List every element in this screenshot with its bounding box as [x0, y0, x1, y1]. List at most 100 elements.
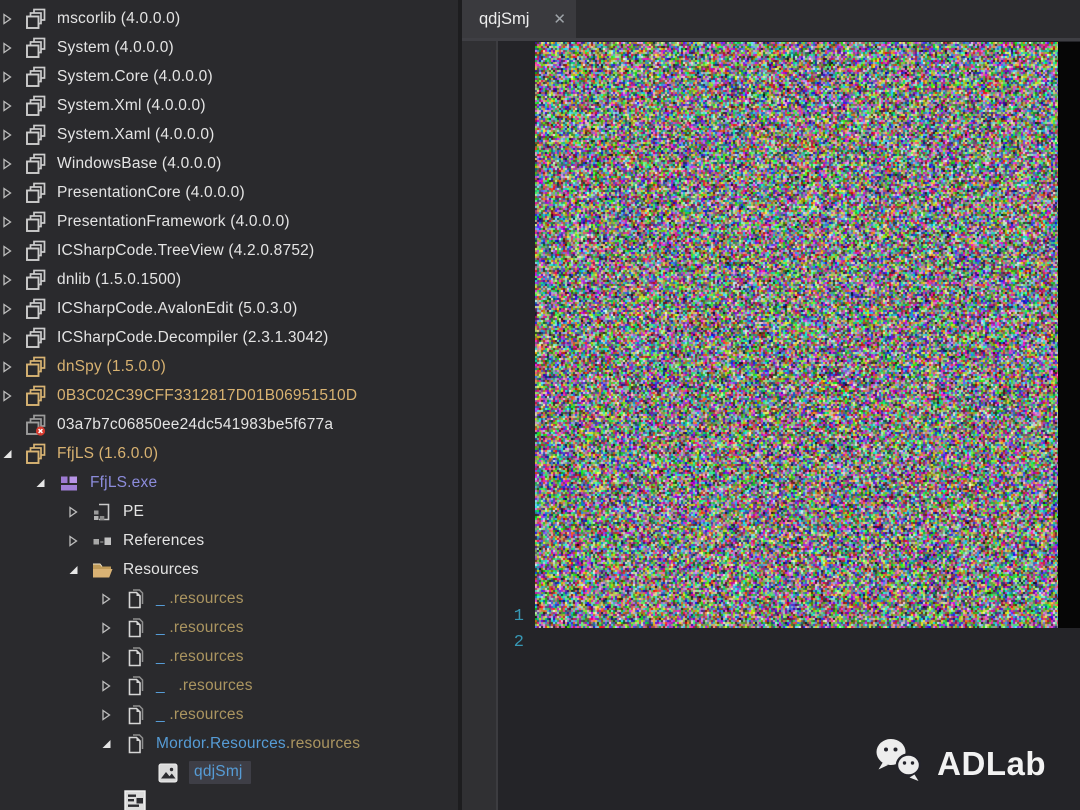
tree-row[interactable]: ICSharpCode.TreeView (4.2.0.8752) — [0, 236, 458, 265]
chevron-collapsed-icon[interactable] — [2, 178, 24, 207]
tree-row[interactable]: System.Xaml (4.0.0.0) — [0, 120, 458, 149]
chevron-collapsed-icon[interactable] — [101, 700, 123, 729]
tree-row[interactable]: ICSharpCode.Decompiler (2.3.1.3042) — [0, 323, 458, 352]
tree-row[interactable]: PresentationFramework (4.0.0.0) — [0, 207, 458, 236]
tree-row-label: dnSpy (1.5.0.0) — [57, 358, 166, 376]
chevron-collapsed-icon[interactable] — [2, 294, 24, 323]
chevron-collapsed-icon[interactable] — [2, 265, 24, 294]
form-icon — [123, 790, 147, 810]
tree-row[interactable]: PresentationCore (4.0.0.0) — [0, 178, 458, 207]
label-segment: _ — [156, 677, 178, 694]
assembly-error-icon — [24, 413, 48, 437]
chevron-expanded-icon[interactable] — [68, 555, 90, 584]
label-segment: PresentationCore (4.0.0.0) — [57, 184, 245, 201]
chevron-none-icon — [101, 787, 123, 810]
chevron-collapsed-icon[interactable] — [101, 642, 123, 671]
tab-qdjsmj[interactable]: qdjSmj ✕ — [462, 0, 576, 38]
tree-row[interactable]: mscorlib (4.0.0.0) — [0, 4, 458, 33]
tree-row[interactable]: System.Xml (4.0.0.0) — [0, 91, 458, 120]
wechat-icon — [873, 736, 925, 791]
label-segment: References — [123, 532, 204, 549]
image-icon — [156, 761, 180, 785]
assembly-icon — [24, 210, 48, 234]
tree-row[interactable]: WindowsBase (4.0.0.0) — [0, 149, 458, 178]
tree-row[interactable]: FfjLS (1.6.0.0) — [0, 439, 458, 468]
assembly-icon — [24, 123, 48, 147]
tree-row[interactable]: FfjLS.exe — [0, 468, 458, 497]
label-segment: .resources — [169, 648, 243, 665]
label-segment: ICSharpCode.Decompiler (2.3.1.3042) — [57, 329, 329, 346]
tree-row[interactable]: 0B3C02C39CFF3312817D01B06951510D — [0, 381, 458, 410]
resource-file-icon — [123, 645, 147, 669]
chevron-expanded-icon[interactable] — [35, 468, 57, 497]
tree-row[interactable]: dnlib (1.5.0.1500) — [0, 265, 458, 294]
chevron-collapsed-icon[interactable] — [101, 671, 123, 700]
label-segment: System.Xaml (4.0.0.0) — [57, 126, 215, 143]
label-segment: 03a7b7c06850ee24dc541983be5f677a — [57, 416, 333, 433]
chevron-collapsed-icon[interactable] — [2, 352, 24, 381]
tree-row[interactable]: _ .resources — [0, 613, 458, 642]
resource-viewer: 1 2 — [462, 41, 1080, 810]
resource-file-icon — [123, 674, 147, 698]
assembly-icon — [24, 239, 48, 263]
tree-row-label: qdjSmj — [189, 761, 251, 784]
tree-row-label: _ .resources — [156, 590, 244, 608]
chevron-collapsed-icon[interactable] — [68, 526, 90, 555]
chevron-collapsed-icon[interactable] — [2, 91, 24, 120]
chevron-collapsed-icon[interactable] — [2, 149, 24, 178]
chevron-collapsed-icon[interactable] — [2, 323, 24, 352]
image-resource-preview — [535, 42, 1080, 628]
chevron-expanded-icon[interactable] — [101, 729, 123, 758]
tab-label: qdjSmj — [479, 10, 547, 29]
assembly-icon — [24, 268, 48, 292]
tree-row-label: ICSharpCode.Decompiler (2.3.1.3042) — [57, 329, 329, 347]
tree-row[interactable]: System.Core (4.0.0.0) — [0, 62, 458, 91]
tree-row[interactable]: Resources — [0, 555, 458, 584]
tree-row-label: WindowsBase (4.0.0.0) — [57, 155, 221, 173]
adlab-watermark: ADLab — [873, 736, 1046, 791]
chevron-collapsed-icon[interactable] — [68, 497, 90, 526]
label-segment: .resources — [169, 619, 243, 636]
chevron-collapsed-icon[interactable] — [2, 381, 24, 410]
assembly-gold-icon — [24, 384, 48, 408]
chevron-collapsed-icon[interactable] — [2, 62, 24, 91]
noise-bitmap — [535, 42, 1058, 628]
chevron-collapsed-icon[interactable] — [101, 584, 123, 613]
label-segment: FfjLS (1.6.0.0) — [57, 445, 158, 462]
tree-row[interactable]: _ .resources — [0, 700, 458, 729]
tree-row[interactable]: References — [0, 526, 458, 555]
tree-row[interactable]: _ .resources — [0, 584, 458, 613]
tree-row[interactable]: qdjSmj — [0, 758, 458, 787]
tree-row[interactable]: PE — [0, 497, 458, 526]
label-segment: _ — [156, 619, 169, 636]
label-segment: FfjLS.exe — [90, 474, 157, 491]
label-segment: _ — [156, 648, 169, 665]
tree-row[interactable]: 03a7b7c06850ee24dc541983be5f677a — [0, 410, 458, 439]
dnspy-window: mscorlib (4.0.0.0) System (4.0.0.0) Syst… — [0, 0, 1080, 810]
tree-row-label: _ .resources — [156, 648, 244, 666]
resource-file-icon — [123, 616, 147, 640]
tree-row-label: dnlib (1.5.0.1500) — [57, 271, 181, 289]
chevron-collapsed-icon[interactable] — [2, 207, 24, 236]
tree-row[interactable]: System (4.0.0.0) — [0, 33, 458, 62]
tree-row[interactable]: ICSharpCode.AvalonEdit (5.0.3.0) — [0, 294, 458, 323]
assembly-icon — [24, 36, 48, 60]
label-segment: WindowsBase (4.0.0.0) — [57, 155, 221, 172]
tree-row-label: System.Xml (4.0.0.0) — [57, 97, 206, 115]
chevron-collapsed-icon[interactable] — [2, 236, 24, 265]
chevron-expanded-icon[interactable] — [2, 439, 24, 468]
tree-row[interactable]: _ .resources — [0, 642, 458, 671]
tree-row[interactable]: dnSpy (1.5.0.0) — [0, 352, 458, 381]
close-icon[interactable]: ✕ — [553, 12, 566, 27]
tree-row[interactable]: Mordor.Resources.resources — [0, 729, 458, 758]
assembly-icon — [24, 181, 48, 205]
chevron-collapsed-icon[interactable] — [2, 120, 24, 149]
tree-row-label: System.Core (4.0.0.0) — [57, 68, 213, 86]
label-segment: System.Core (4.0.0.0) — [57, 68, 213, 85]
chevron-collapsed-icon[interactable] — [2, 33, 24, 62]
tree-row[interactable]: _ .resources — [0, 671, 458, 700]
tree-row[interactable] — [0, 787, 458, 810]
chevron-collapsed-icon[interactable] — [101, 613, 123, 642]
resource-file-icon — [123, 703, 147, 727]
chevron-collapsed-icon[interactable] — [2, 4, 24, 33]
